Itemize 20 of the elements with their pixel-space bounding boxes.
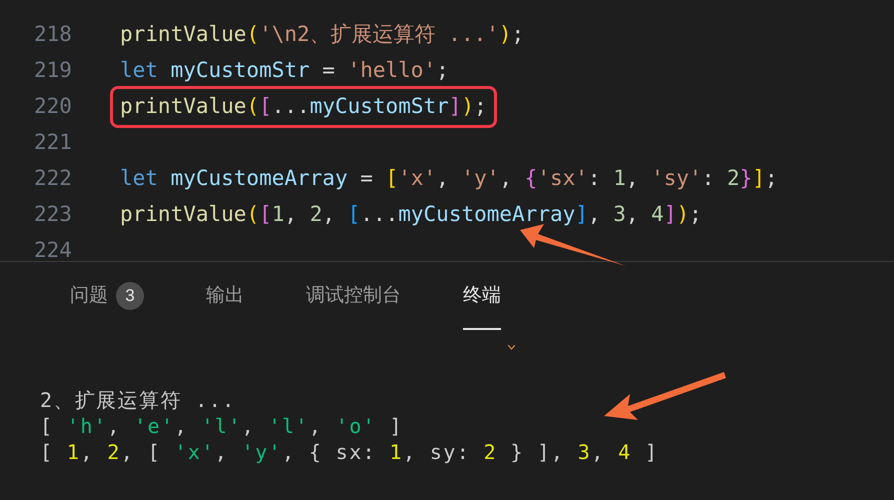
line-number: 223 <box>33 201 73 228</box>
panel-tab[interactable]: 终端 <box>463 264 501 330</box>
line-number: 221 <box>33 129 73 156</box>
count-badge: 3 <box>116 282 144 310</box>
line-number: 219 <box>33 57 73 84</box>
line-number: 220 <box>33 93 73 120</box>
code-line: let myCustomeArray = ['x', 'y', {'sx': 1, 'sy': 2}]; <box>120 165 778 192</box>
code-line: printValue('\n2、扩展运算符 ...'); <box>120 21 524 48</box>
panel-tab[interactable]: 输出 <box>206 264 244 330</box>
terminal-line: 2、扩展运算符 ... <box>40 387 236 413</box>
code-line: printValue([1, 2, [...myCustomeArray], 3, 4]); <box>120 201 702 228</box>
caret-icon <box>508 345 515 350</box>
terminal-line: [ 'h', 'e', 'l', 'l', 'o' ] <box>40 413 403 439</box>
panel-tab[interactable]: 问题 3 <box>70 264 144 330</box>
panel-tab[interactable]: 调试控制台 <box>306 264 401 330</box>
code-line: let myCustomStr = 'hello'; <box>120 57 449 84</box>
line-number: 222 <box>33 165 73 192</box>
line-number: 218 <box>33 21 73 48</box>
terminal-line: [ 1, 2, [ 'x', 'y', { sx: 1, sy: 2 } ], 3, 4 ] <box>40 439 658 465</box>
line-number: 224 <box>33 237 73 261</box>
